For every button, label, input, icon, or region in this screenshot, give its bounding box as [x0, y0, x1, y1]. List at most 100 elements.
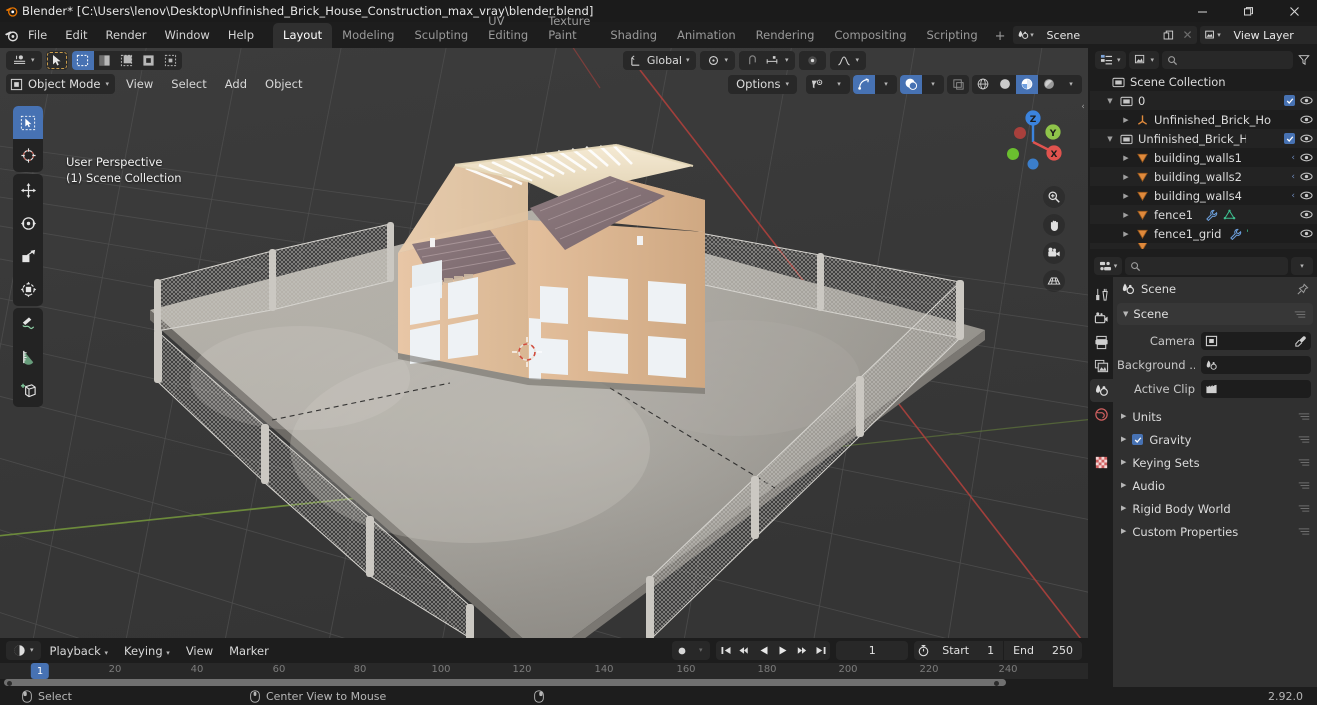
tab-texture[interactable] [1090, 451, 1113, 474]
active-clip-field[interactable] [1201, 380, 1311, 398]
outliner-editor-type-selector[interactable]: ▾ [1095, 51, 1126, 69]
hand-icon[interactable] [1043, 214, 1065, 236]
menu-edit[interactable]: Edit [56, 25, 96, 45]
overlay-group[interactable]: ▾ [900, 74, 944, 94]
timeline-ruler[interactable]: 20 40 60 80 100 120 140 160 180 200 220 … [0, 663, 1088, 679]
section-units[interactable]: ▶ Units [1113, 405, 1317, 428]
tab-world[interactable] [1090, 403, 1113, 426]
list-item[interactable]: ▶ building_walls4 ‹ [1090, 186, 1317, 205]
chevron-right-icon[interactable]: ▶ [1120, 116, 1132, 124]
timeline-menu-keying[interactable]: Keying ▾ [117, 641, 177, 661]
play-button[interactable] [773, 641, 792, 660]
3d-viewport[interactable]: User Perspective (1) Scene Collection ▾ [0, 48, 1088, 638]
timeline-playhead[interactable]: 1 [30, 663, 50, 679]
timeline-scrollbar[interactable] [4, 679, 1006, 686]
visibility-chevron-icon[interactable]: ▾ [828, 75, 850, 94]
tab-scene[interactable] [1090, 379, 1113, 402]
jump-to-end-button[interactable] [811, 641, 830, 660]
timeline-menu-marker[interactable]: Marker [222, 641, 276, 661]
jump-to-start-button[interactable] [716, 641, 735, 660]
auto-keying-group[interactable]: ▾ [672, 641, 711, 660]
object-mode-selector[interactable]: Object Mode ▾ [6, 74, 115, 94]
move-tool[interactable] [13, 174, 43, 207]
play-reverse-button[interactable] [754, 641, 773, 660]
visibility-group[interactable]: ▾ [806, 74, 850, 94]
list-item[interactable]: ▶ fence1 [1090, 205, 1317, 224]
timeline-editor-type-selector[interactable]: ▾ [6, 641, 41, 660]
scale-tool[interactable] [13, 240, 43, 273]
section-keying-sets[interactable]: ▶ Keying Sets [1113, 451, 1317, 474]
menu-window[interactable]: Window [155, 25, 218, 45]
section-gravity[interactable]: ▶ Gravity [1113, 428, 1317, 451]
select-extend-icon[interactable] [94, 51, 116, 70]
checkbox-icon[interactable] [1284, 133, 1295, 144]
list-item[interactable]: Scene Collection [1090, 72, 1317, 91]
cursor-tool[interactable] [13, 139, 43, 172]
zoom-icon[interactable] [1043, 186, 1065, 208]
properties-options-dropdown[interactable]: ▾ [1291, 257, 1313, 275]
tab-shading[interactable]: Shading [600, 23, 667, 48]
tab-scripting[interactable]: Scripting [917, 23, 988, 48]
shading-chevron-icon[interactable]: ▾ [1060, 75, 1082, 94]
measure-tool[interactable] [13, 341, 43, 374]
proportional-editing-toggle[interactable] [799, 50, 827, 70]
list-item[interactable]: ▼ 0 [1090, 91, 1317, 110]
add-cube-tool[interactable] [13, 374, 43, 407]
gizmo-group[interactable]: ▾ [853, 74, 897, 94]
chevron-right-icon[interactable]: ▶ [1120, 192, 1132, 200]
tab-rendering[interactable]: Rendering [746, 23, 825, 48]
wireframe-shading-icon[interactable] [972, 75, 994, 94]
tab-layout[interactable]: Layout [273, 23, 333, 48]
solid-shading-icon[interactable] [994, 75, 1016, 94]
chevron-down-icon[interactable]: ▼ [1104, 135, 1116, 143]
rendered-shading-icon[interactable] [1038, 75, 1060, 94]
current-frame-field[interactable]: 1 [836, 641, 909, 660]
viewport-menu-select[interactable]: Select [164, 75, 213, 93]
list-item[interactable]: ▶ fence1_grid ' [1090, 224, 1317, 243]
tab-output[interactable] [1090, 331, 1113, 354]
eye-icon[interactable] [1300, 114, 1313, 125]
outliner-filter-icon[interactable] [1296, 51, 1312, 70]
snap-pivot-selector[interactable]: ▾ [700, 50, 735, 70]
rotate-tool[interactable] [13, 207, 43, 240]
tab-uv-editing[interactable]: UV Editing [478, 9, 538, 48]
jump-to-next-keyframe-button[interactable] [792, 641, 811, 660]
editor-type-selector[interactable]: ▾ [6, 50, 42, 70]
eye-icon[interactable] [1300, 95, 1313, 106]
menu-render[interactable]: Render [97, 25, 156, 45]
eye-icon[interactable] [1300, 190, 1313, 201]
timeline-menu-playback[interactable]: Playback ▾ [43, 641, 115, 661]
scrollbar-handle-right[interactable] [994, 681, 999, 686]
view-layer-name[interactable]: View Layer [1225, 26, 1317, 44]
list-item[interactable]: ▶ Unfinished_Brick_Ho [1090, 110, 1317, 129]
material-preview-shading-icon[interactable] [1016, 74, 1038, 94]
overlay-chevron-icon[interactable]: ▾ [922, 75, 944, 94]
select-invert-icon[interactable] [138, 51, 160, 70]
end-frame-field[interactable]: End 250 [1003, 641, 1082, 660]
transform-orientation-selector[interactable]: Global ▾ [622, 50, 697, 70]
snap-toggle[interactable]: ▾ [738, 50, 796, 70]
chevron-down-icon[interactable]: ▼ [1104, 97, 1116, 105]
eye-icon[interactable] [1300, 152, 1313, 163]
overlays-toggle-icon[interactable] [900, 74, 922, 94]
blender-logo-icon[interactable] [4, 24, 19, 46]
select-set-icon[interactable] [71, 50, 94, 70]
close-button[interactable] [1271, 0, 1317, 22]
section-audio[interactable]: ▶ Audio [1113, 474, 1317, 497]
chevron-right-icon[interactable]: ▶ [1120, 230, 1132, 238]
tab-compositing[interactable]: Compositing [824, 23, 916, 48]
proportional-falloff-selector[interactable]: ▾ [830, 50, 866, 70]
viewport-sidebar-toggle[interactable]: ‹ [1078, 96, 1088, 118]
add-workspace-button[interactable]: + [988, 25, 1013, 48]
eye-icon[interactable] [1300, 133, 1313, 144]
tab-sculpting[interactable]: Sculpting [404, 23, 478, 48]
gravity-checkbox[interactable] [1132, 434, 1144, 445]
pin-icon[interactable] [1296, 282, 1309, 296]
camera-field[interactable] [1201, 332, 1311, 350]
xray-group[interactable] [947, 74, 969, 94]
outliner-search-input[interactable] [1162, 51, 1293, 69]
scene-name[interactable]: Scene [1038, 26, 1159, 44]
transform-tool[interactable] [13, 273, 43, 306]
viewport-menu-add[interactable]: Add [218, 75, 254, 93]
list-item[interactable]: ▶ building_walls1 ‹ [1090, 148, 1317, 167]
